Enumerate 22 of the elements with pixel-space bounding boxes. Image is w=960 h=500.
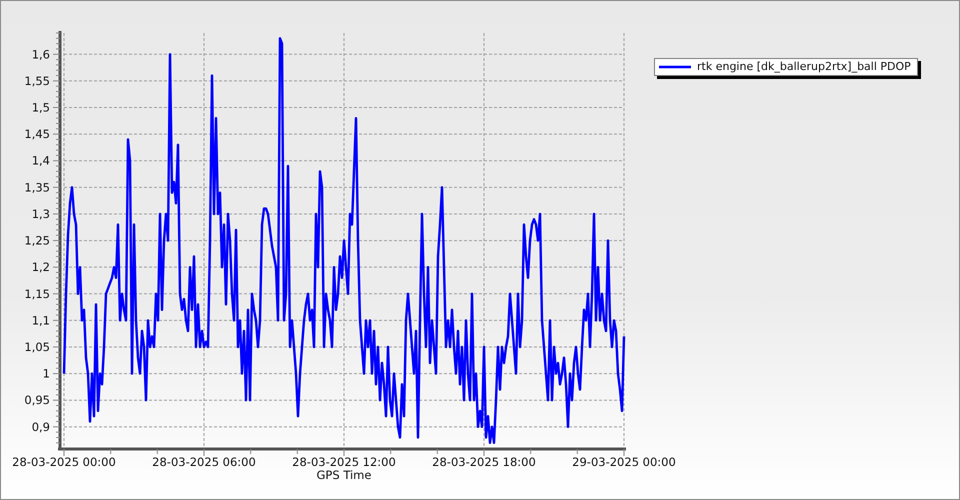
x-tick-label: 29-03-2025 00:00	[572, 455, 676, 469]
y-tick-label: 1,3	[32, 206, 50, 221]
y-tick-label: 1,4	[32, 154, 50, 168]
x-tick-label: 28-03-2025 18:00	[432, 455, 536, 469]
x-tick-label: 28-03-2025 06:00	[152, 455, 256, 469]
y-tick-label: 1,2	[32, 260, 50, 274]
y-tick-label: 1,45	[24, 127, 50, 142]
y-tick-label: 1,5	[32, 100, 50, 114]
y-tick-label: 1,05	[24, 340, 50, 354]
y-tick-label: 1,25	[24, 234, 50, 248]
y-tick-label: 1	[42, 366, 50, 381]
axis-title: GPS Time	[316, 468, 372, 482]
legend-label: rtk engine [dk_ballerup2rtx]_ball PDOP	[697, 60, 911, 74]
x-tick-label: 28-03-2025 12:00	[292, 455, 396, 469]
x-tick-label: 28-03-2025 00:00	[12, 455, 116, 469]
y-tick-label: 1,6	[32, 47, 50, 62]
y-tick-label: 1,15	[24, 286, 50, 301]
y-tick-label: 1,1	[32, 313, 50, 328]
y-tick-label: 1,35	[24, 180, 50, 194]
y-tick-label: 1,55	[24, 74, 50, 88]
y-tick-label: 0,9	[32, 420, 50, 434]
y-tick-label: 0,95	[24, 393, 50, 408]
